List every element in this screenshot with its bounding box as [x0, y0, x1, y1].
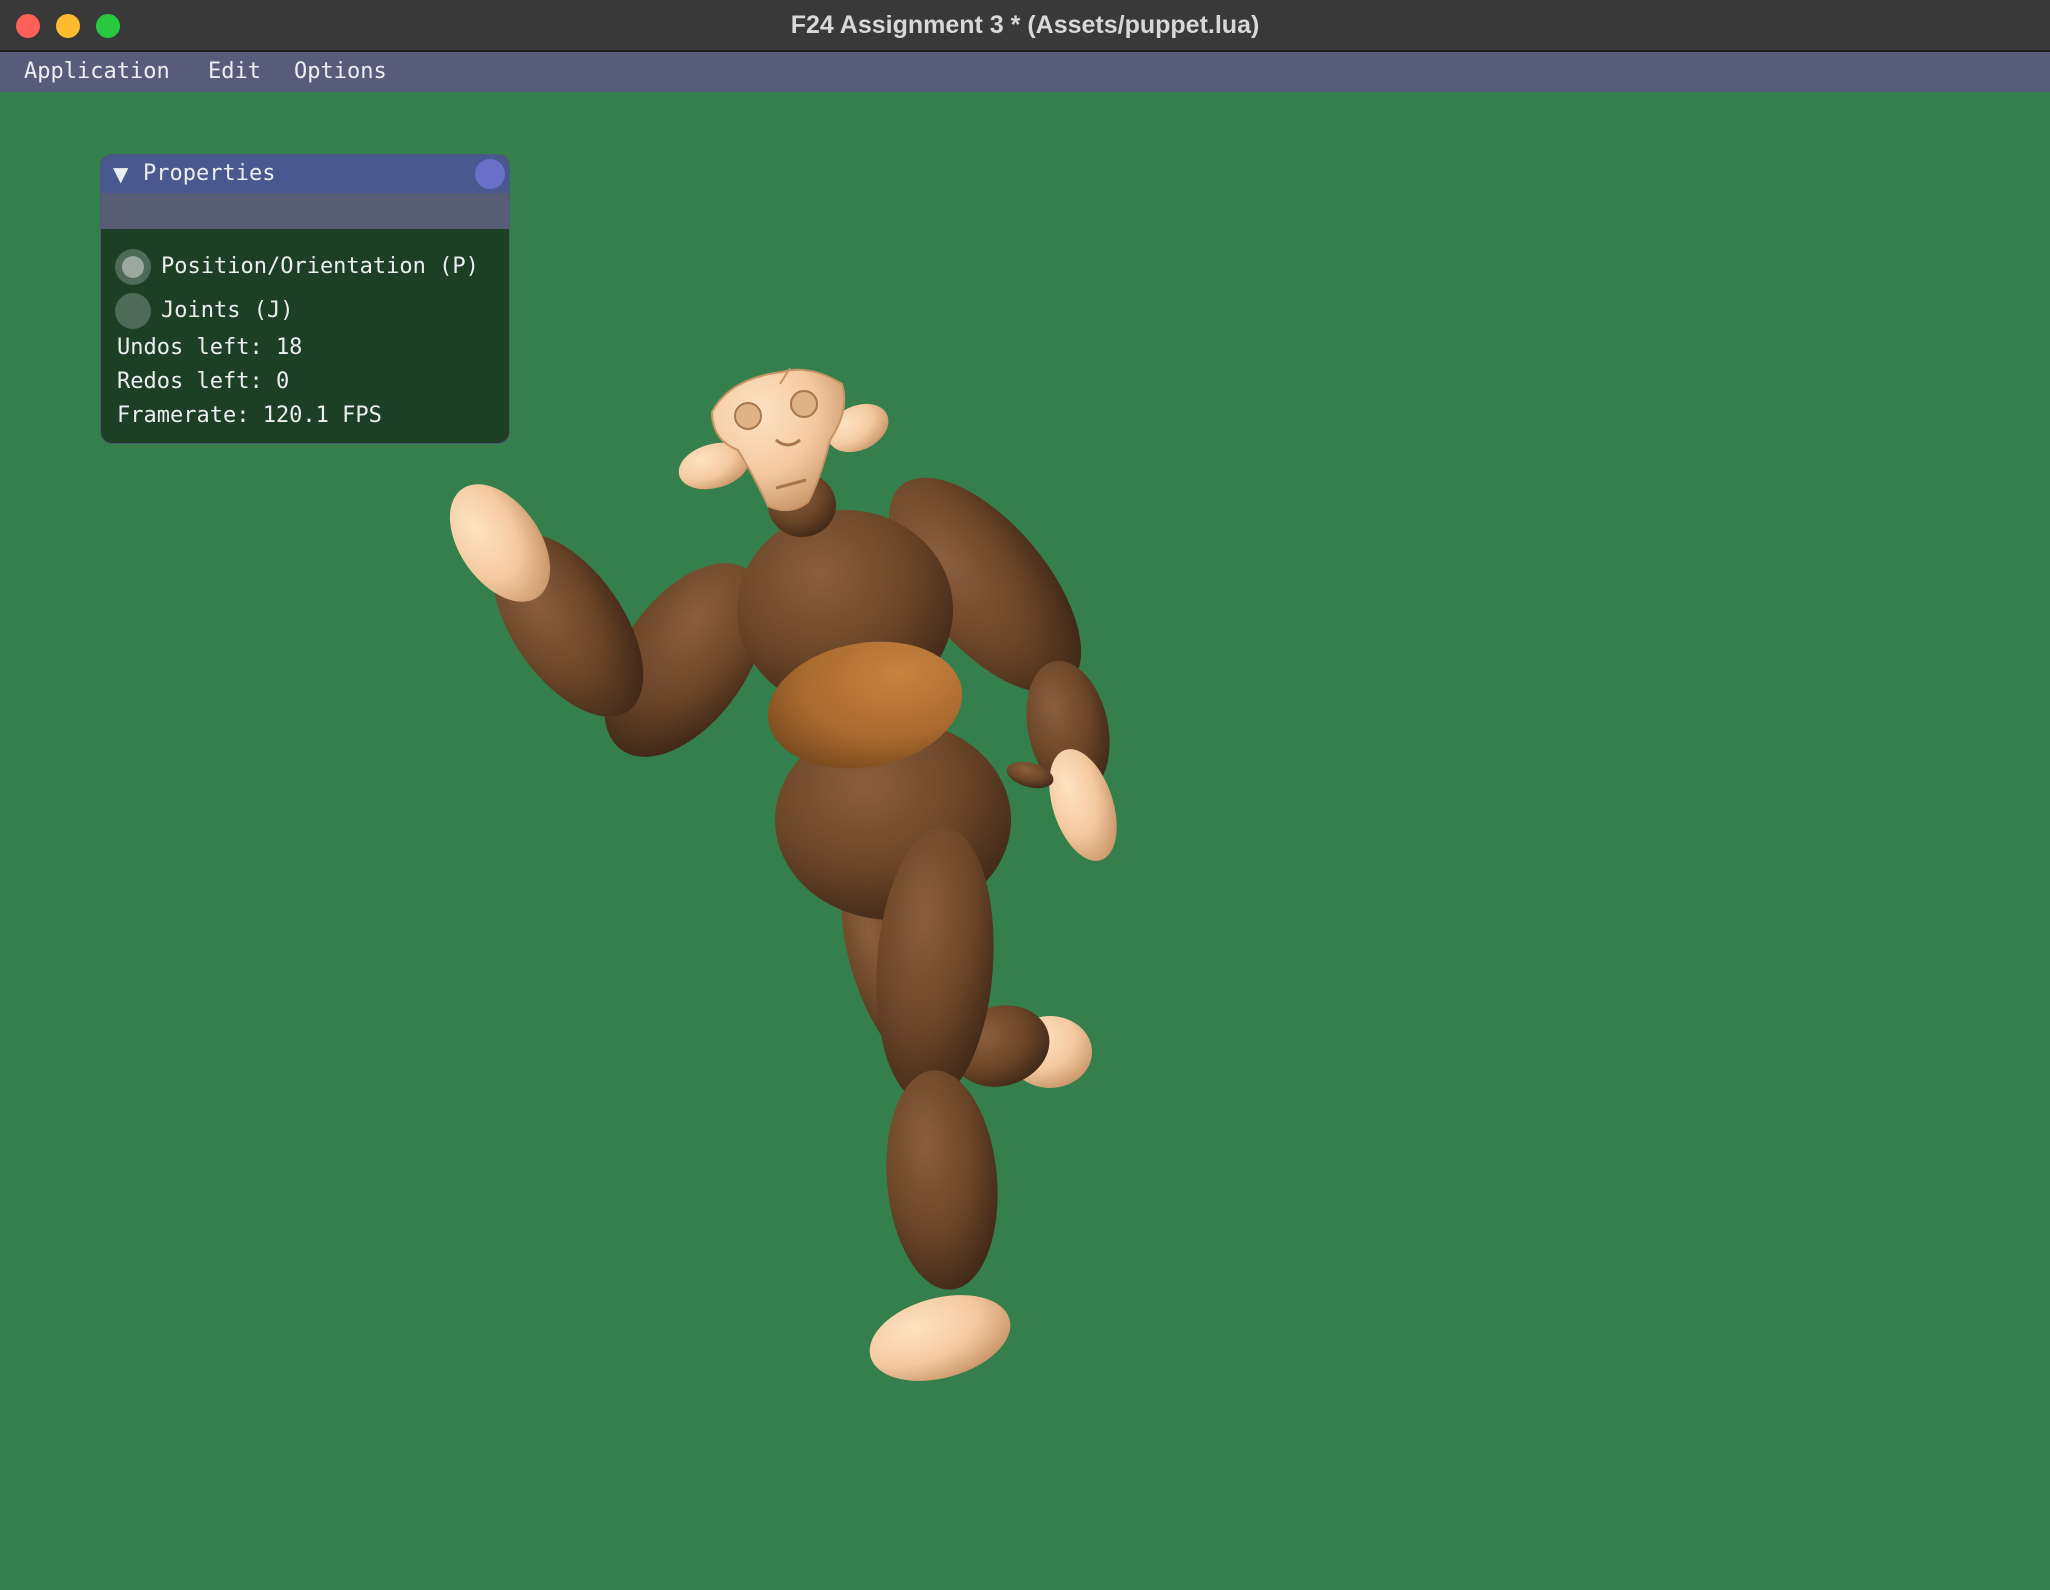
- puppet-front-calf[interactable]: [878, 1066, 1007, 1295]
- close-circle-icon[interactable]: [475, 159, 505, 189]
- panel-toolbar-strip: [101, 193, 509, 229]
- menu-application[interactable]: Application: [24, 52, 170, 92]
- undos-left-text: Undos left: 18: [117, 335, 303, 360]
- position-orientation-radio[interactable]: [115, 249, 151, 285]
- properties-panel-title: Properties: [143, 161, 276, 186]
- position-orientation-label: Position/Orientation (P): [161, 254, 479, 279]
- menu-edit[interactable]: Edit: [208, 52, 261, 92]
- redos-left-text: Redos left: 0: [117, 369, 290, 394]
- joints-label: Joints (J): [161, 298, 294, 323]
- menu-bar: Application Edit Options: [0, 52, 2050, 92]
- title-bar[interactable]: F24 Assignment 3 * (Assets/puppet.lua): [0, 0, 2050, 52]
- framerate-text: Framerate: 120.1 FPS: [117, 403, 382, 428]
- app-window: F24 Assignment 3 * (Assets/puppet.lua) A…: [0, 0, 2050, 1590]
- properties-panel[interactable]: ▼ Properties Position/Orientation (P) Jo…: [100, 154, 510, 444]
- menu-options[interactable]: Options: [294, 52, 387, 92]
- joints-radio[interactable]: [115, 293, 151, 329]
- triangle-down-icon[interactable]: ▼: [113, 161, 128, 187]
- properties-panel-header[interactable]: ▼ Properties: [101, 155, 509, 193]
- puppet-front-foot[interactable]: [860, 1281, 1020, 1396]
- window-title: F24 Assignment 3 * (Assets/puppet.lua): [790, 11, 1260, 39]
- puppet-head[interactable]: [674, 367, 897, 512]
